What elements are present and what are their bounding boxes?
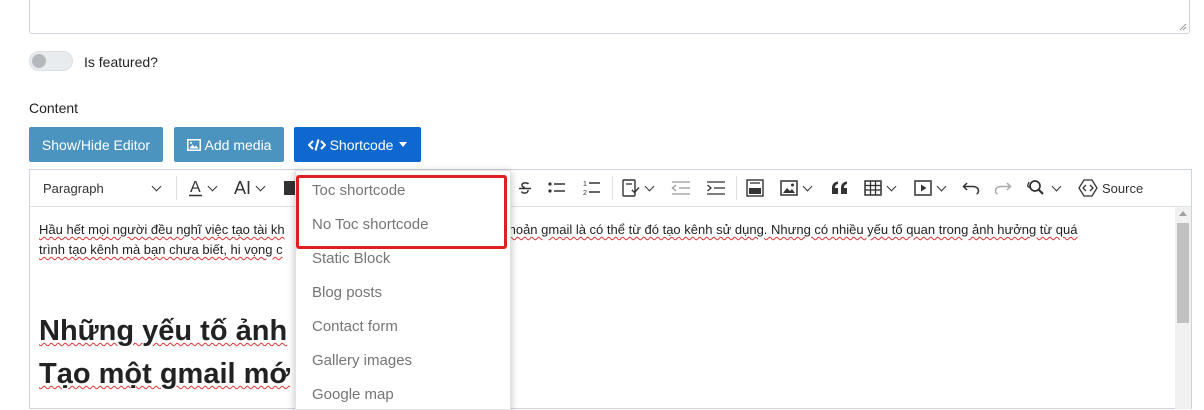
indent-button[interactable] [706,178,726,198]
strikethrough-button[interactable] [517,178,533,198]
heading-line1: Những yếu tố ảnh [39,313,287,349]
svg-text:2: 2 [583,190,587,197]
indent-icon [707,181,725,195]
editor-toolbar: Paragraph A AI 1 2 Source [30,170,1191,207]
bulleted-list-button[interactable] [548,178,566,198]
todo-list-icon [622,179,640,197]
paragraph-label: Paragraph [43,180,104,196]
scrollbar-thumb[interactable] [1177,223,1189,323]
chevron-down-icon [151,181,162,191]
toolbar-divider [736,176,737,200]
chevron-down-icon [886,181,897,191]
font-size-icon: AI [234,177,252,198]
paragraph-text-end: a tại tài khoản gmail là có thể từ đó tạ… [456,222,1078,237]
svg-text:1: 1 [583,181,587,188]
font-color-icon: A [189,179,202,197]
html-embed-button[interactable] [746,178,764,198]
show-hide-editor-button[interactable]: Show/Hide Editor [29,127,163,162]
rich-text-editor[interactable]: Paragraph A AI 1 2 Source Hầu hết mọi ng… [29,169,1192,409]
paragraph-text-line2: trình tạo kênh mà bạn chưa biết, hi vọng… [39,242,283,257]
undo-button[interactable] [962,178,980,198]
paragraph-text-start: Hầu hết mọi người đều nghĩ việc tạo tài … [39,222,285,237]
source-icon [1078,179,1098,197]
chevron-down-icon [255,181,266,191]
caret-down-icon [399,142,408,147]
html-embed-icon [746,179,764,197]
image-icon [780,180,798,196]
toolbar-divider [612,176,613,200]
is-featured-label: Is featured? [84,54,158,70]
find-replace-dropdown[interactable] [1027,178,1062,198]
redo-button[interactable] [994,178,1012,198]
toggle-knob [32,54,46,68]
find-replace-icon [1027,180,1044,195]
numbered-list-icon: 1 2 [583,181,600,197]
insert-table-dropdown[interactable] [864,178,897,198]
blockquote-icon [832,181,847,194]
add-media-label: Add media [204,136,272,153]
shortcode-dropdown-button[interactable]: Shortcode [294,127,421,162]
table-icon [864,180,882,196]
heading-line1-text: Những yếu tố ảnh [39,315,288,347]
todo-list-dropdown[interactable] [622,178,655,198]
insert-media-dropdown[interactable] [914,178,947,198]
intro-paragraph: Hầu hết mọi người đều nghĩ việc tạo tài … [39,220,1169,260]
blockquote-button[interactable] [831,178,849,198]
chevron-down-icon [1051,181,1062,191]
strikethrough-icon [519,182,531,194]
description-textarea[interactable] [29,0,1190,34]
menu-item-gallery-images[interactable]: Gallery images [312,352,412,369]
heading-line2-text: Tạo một gmail mớ [39,358,291,390]
source-label: Source [1102,180,1144,196]
numbered-list-button[interactable]: 1 2 [583,178,601,198]
menu-item-blog-posts[interactable]: Blog posts [312,284,382,301]
chevron-down-icon [936,181,947,191]
scroll-up-icon[interactable] [1179,211,1187,216]
highlight-annotation-box [296,175,507,249]
insert-image-dropdown[interactable] [780,178,813,198]
chevron-down-icon [207,181,218,191]
chevron-down-icon [802,181,813,191]
is-featured-toggle[interactable] [29,51,73,71]
source-button[interactable]: Source [1078,178,1143,198]
editor-content[interactable]: Hầu hết mọi người đều nghĩ việc tạo tài … [30,207,1176,407]
svg-text:A: A [190,179,201,196]
content-label: Content [29,100,79,116]
paragraph-dropdown[interactable]: Paragraph [43,178,162,198]
shortcode-label: Shortcode [329,136,394,153]
show-hide-editor-label: Show/Hide Editor [41,136,151,153]
media-icon [914,180,932,196]
resize-grip-icon[interactable] [1179,23,1187,31]
menu-item-contact-form[interactable]: Contact form [312,318,398,335]
add-media-button[interactable]: Add media [174,127,284,162]
outdent-button[interactable] [671,178,691,198]
heading-line2: Tạo một gmail mớ [39,356,290,392]
font-size-dropdown[interactable]: AI [234,177,266,198]
menu-item-google-map[interactable]: Google map [312,386,394,403]
undo-icon [962,182,980,195]
redo-icon [994,182,1012,195]
outdent-icon [671,181,690,195]
menu-item-static-block[interactable]: Static Block [312,250,390,267]
chevron-down-icon [644,181,655,191]
font-color-dropdown[interactable]: A [189,178,218,198]
editor-scrollbar[interactable] [1175,207,1191,409]
bulleted-list-icon [548,182,565,193]
toolbar-divider [176,176,177,200]
code-icon [307,138,326,151]
image-icon [186,138,201,151]
